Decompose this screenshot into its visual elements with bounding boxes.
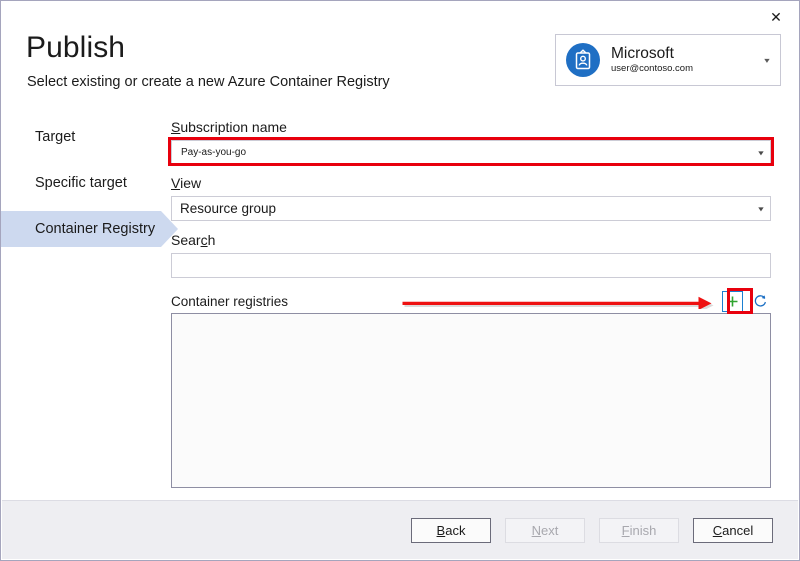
container-registries-label: Container registries: [171, 293, 289, 309]
sidebar-item-label: Target: [35, 129, 76, 145]
page-title: Publish: [26, 31, 126, 64]
sidebar-item-container-registry[interactable]: Container Registry: [1, 211, 178, 247]
container-registries-listbox[interactable]: [171, 313, 771, 488]
search-input[interactable]: [171, 253, 771, 278]
publish-dialog: ✕ Publish Select existing or create a ne…: [0, 0, 800, 561]
back-button[interactable]: Back: [411, 517, 491, 543]
finish-button: Finish: [599, 517, 679, 543]
subscription-value: Pay-as-you-go: [181, 147, 247, 158]
view-value: Resource group: [180, 201, 277, 216]
chevron-down-icon[interactable]: ▾: [764, 56, 769, 65]
sidebar-item-label: Specific target: [35, 175, 127, 191]
id-badge-icon: [566, 43, 600, 77]
close-icon[interactable]: ✕: [754, 2, 798, 32]
search-label: Search: [171, 232, 216, 248]
account-name: Microsoft: [611, 44, 674, 62]
refresh-icon[interactable]: [750, 291, 771, 312]
view-dropdown[interactable]: Resource group ▾: [171, 196, 771, 221]
container-registries-section: Container registries: [171, 289, 771, 488]
chevron-down-icon: ▾: [758, 148, 764, 157]
registries-toolbar: [722, 290, 771, 312]
container-registries-header: Container registries: [171, 289, 771, 313]
view-field: View Resource group ▾: [171, 175, 771, 221]
account-email: user@contoso.com: [611, 63, 693, 75]
plus-icon[interactable]: [722, 290, 743, 312]
account-selector[interactable]: Microsoft user@contoso.com ▾: [555, 34, 781, 86]
subscription-field: Subscription name Pay-as-you-go ▾: [171, 119, 771, 165]
subscription-dropdown[interactable]: Pay-as-you-go ▾: [171, 140, 771, 165]
subscription-label: Subscription name: [171, 119, 287, 135]
sidebar-item-target[interactable]: Target: [1, 119, 161, 155]
wizard-steps-nav: Target Specific target Container Registr…: [1, 119, 178, 257]
cancel-button[interactable]: Cancel: [693, 517, 773, 543]
view-label: View: [171, 175, 202, 191]
chevron-down-icon: ▾: [758, 204, 764, 213]
sidebar-item-label: Container Registry: [35, 221, 156, 237]
next-button: Next: [505, 517, 585, 543]
page-subtitle: Select existing or create a new Azure Co…: [27, 74, 390, 90]
search-field: Search: [171, 232, 771, 278]
dialog-footer: Back Next Finish Cancel: [2, 500, 798, 559]
sidebar-item-specific-target[interactable]: Specific target: [1, 165, 161, 201]
